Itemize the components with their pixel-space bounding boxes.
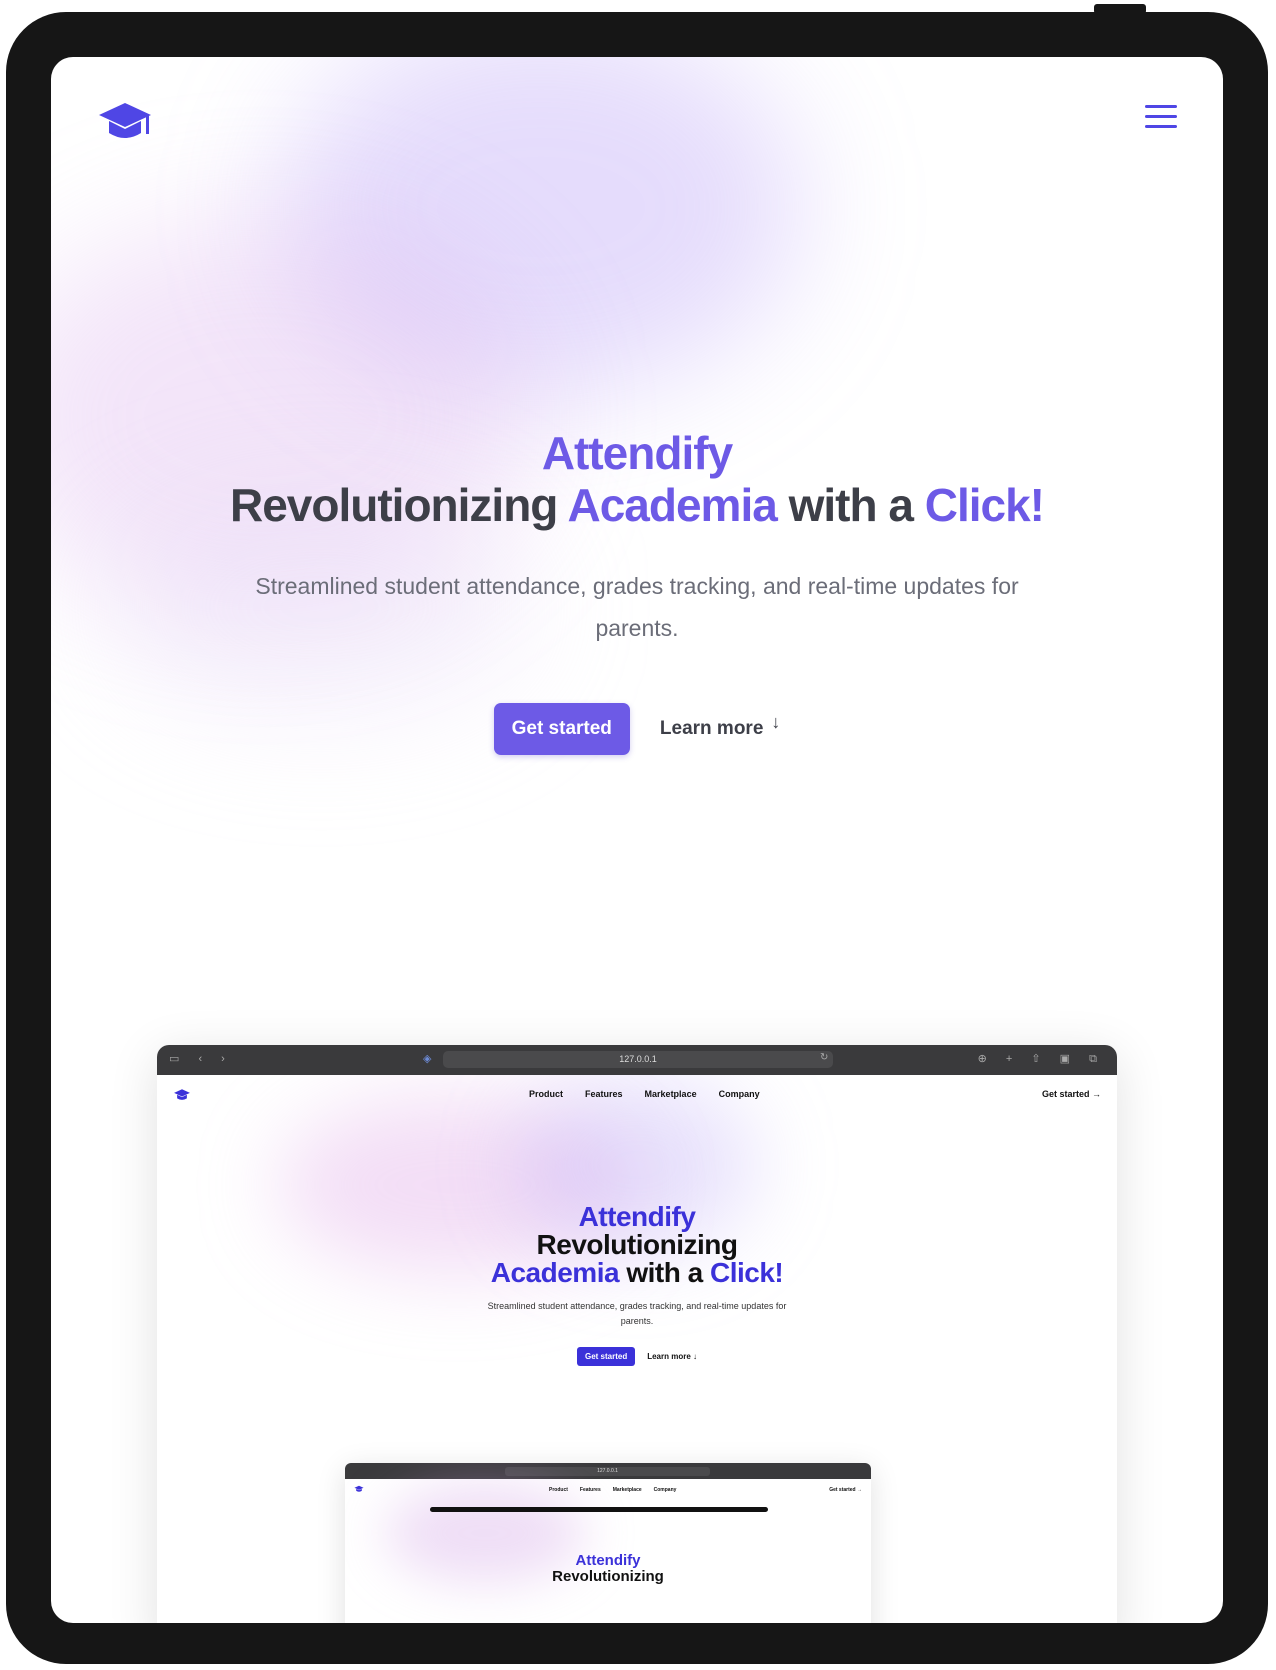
cta-group: Get started Learn more ↓ [51,703,1223,755]
menu-line [1145,115,1177,118]
preview-learn-more-label: Learn more [647,1352,691,1361]
nested-nav-link-features: Features [579,1487,601,1493]
nested-browser-preview: 127.0.0.1 Product Features Marketplace C… [345,1463,871,1623]
toolbar-action-icons: ⊕ + ⇧ ▣ ⧉ [977,1053,1105,1065]
nested-nav-link-company: Company [653,1487,677,1493]
nav-link-company: Company [718,1089,760,1099]
nested-nav-get-started: Get started → [829,1487,862,1493]
preview-headline-line2: Academia with a Click! [157,1259,1117,1287]
learn-more-label: Learn more [659,718,764,739]
hamburger-menu-icon[interactable] [1145,105,1177,131]
headline-text: Revolutionizing [229,479,558,531]
tablet-screen: Attendify Revolutionizing Academia with … [51,57,1223,1623]
preview-learn-more-link: Learn more ↓ [647,1352,697,1361]
brand-title: Attendify [541,427,733,479]
graduation-cap-icon [354,1485,364,1492]
preview-get-started-button: Get started [576,1347,636,1366]
reload-icon: ↻ [820,1052,829,1063]
nested-brand: Attendify [575,1552,641,1569]
preview-headline-text: with a [626,1257,703,1288]
arrow-down-icon: ↓ [771,712,781,732]
address-bar[interactable]: 127.0.0.1 [443,1051,833,1068]
nav-link-features: Features [585,1089,623,1099]
nested-browser-toolbar: 127.0.0.1 [345,1463,871,1479]
nested-headline: Revolutionizing [552,1568,664,1585]
shield-icon: ◈ [423,1053,432,1065]
menu-line [1145,105,1177,108]
graduation-cap-icon[interactable] [97,99,153,145]
headline-highlight: Click! [924,479,1045,531]
headline-highlight: Academia [567,479,777,531]
hero-section: Attendify Revolutionizing Academia with … [51,427,1223,755]
headline-text: with a [788,479,914,531]
home-indicator[interactable] [430,1507,768,1512]
nested-address-bar: 127.0.0.1 [505,1467,710,1476]
menu-line [1145,125,1177,128]
browser-preview: ▭ ‹ › ◈ 127.0.0.1 ↻ ⊕ + ⇧ ▣ ⧉ Product Fe… [157,1045,1117,1623]
preview-subtitle: Streamlined student attendance, grades t… [487,1301,787,1326]
preview-headline-line1: Revolutionizing [536,1229,738,1260]
learn-more-link[interactable]: Learn more ↓ [659,712,780,740]
preview-hero: Attendify Revolutionizing Academia with … [157,1203,1117,1366]
preview-brand: Attendify [578,1201,696,1232]
preview-page: Product Features Marketplace Company Get… [157,1075,1117,1623]
nav-link-marketplace: Marketplace [644,1089,697,1099]
hero-headline: Revolutionizing Academia with a Click! [51,479,1223,531]
graduation-cap-icon [174,1089,190,1100]
nested-nav-link-product: Product [549,1487,568,1493]
hero-subtitle: Streamlined student attendance, grades t… [255,573,1019,641]
sidebar-and-nav-icons: ▭ ‹ › [169,1053,233,1065]
nav-link-product: Product [529,1089,564,1099]
get-started-button[interactable]: Get started [493,703,630,755]
tablet-top-button [1094,4,1146,14]
browser-toolbar: ▭ ‹ › ◈ 127.0.0.1 ↻ ⊕ + ⇧ ▣ ⧉ [157,1045,1117,1075]
preview-headline-highlight: Click! [709,1257,784,1288]
preview-headline-highlight: Academia [490,1257,620,1288]
arrow-down-icon: ↓ [693,1352,698,1361]
preview-cta-group: Get started Learn more ↓ [157,1347,1117,1366]
nested-hero: Attendify Revolutionizing [345,1553,871,1585]
nav-get-started: Get started → [1041,1089,1101,1099]
nested-nav-link-marketplace: Marketplace [612,1487,642,1493]
